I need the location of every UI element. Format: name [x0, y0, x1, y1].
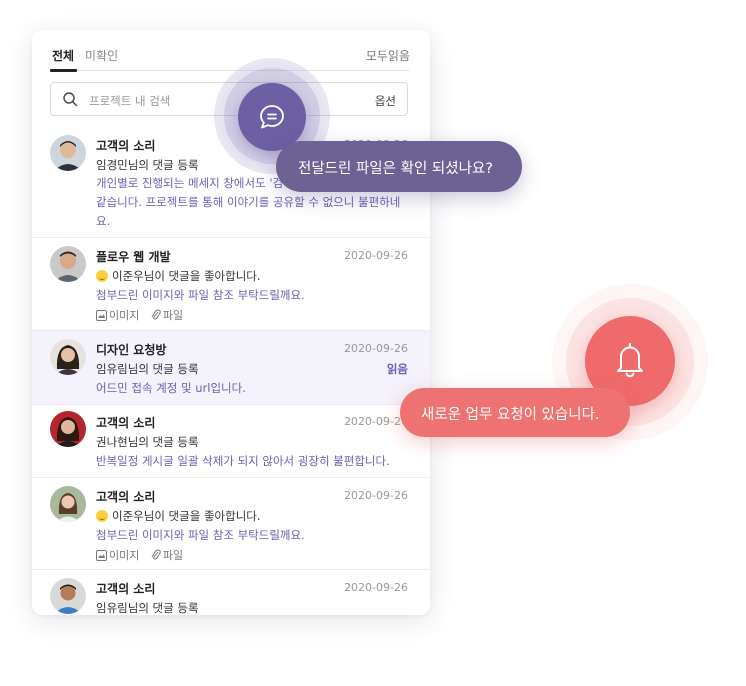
- image-icon: [96, 550, 107, 564]
- avatar: [50, 411, 86, 447]
- item-date: 2020-09-26: [344, 415, 408, 428]
- item-activity: 임유림님의 댓글 등록: [96, 601, 199, 615]
- notification-toast[interactable]: 새로운 업무 요청이 있습니다.: [400, 388, 630, 437]
- item-message: 반복일정 게시글 일괄 삭제가 되지 않아서 굉장히 불편합니다.: [96, 454, 390, 468]
- search-icon: [63, 92, 78, 107]
- item-title: 고객의 소리: [96, 139, 156, 153]
- avatar: [50, 135, 86, 171]
- item-activity: 임경민님의 댓글 등록: [96, 158, 199, 172]
- avatar: [50, 246, 86, 282]
- item-message: 첨부드린 이미지와 파일 참조 부탁드릴께요.: [96, 528, 305, 542]
- item-date: 2020-09-26: [344, 249, 408, 262]
- list-item[interactable]: 고객의 소리 2020-09-26 권나현님의 댓글 등록 반복일정 게시글 일…: [32, 405, 430, 478]
- chat-toast[interactable]: 전달드린 파일은 확인 되셨나요?: [276, 141, 522, 192]
- item-date: 2020-09-26: [344, 581, 408, 594]
- attachments: 이미지 파일: [96, 547, 183, 564]
- item-message: 어드민 접속 계정 및 url입니다.: [96, 381, 246, 395]
- image-icon: [96, 310, 107, 324]
- item-title: 고객의 소리: [96, 416, 156, 430]
- paperclip-icon: [151, 309, 161, 324]
- attach-file-label[interactable]: 파일: [163, 309, 183, 322]
- smile-emoji-icon: [96, 510, 108, 522]
- search-input[interactable]: 프로젝트 내 검색: [89, 93, 170, 109]
- item-activity: 임유림님의 댓글 등록: [96, 362, 199, 376]
- tab-unread[interactable]: 미확인: [85, 47, 118, 64]
- chat-icon: [260, 105, 284, 129]
- avatar: [50, 578, 86, 614]
- notification-toast-text: 새로운 업무 요청이 있습니다.: [421, 407, 600, 423]
- attachments: 이미지 파일: [96, 307, 183, 324]
- tab-divider: [50, 70, 410, 71]
- list-item[interactable]: 플로우 웹 개발 2020-09-26 이준우님이 댓글을 좋아합니다. 첨부드…: [32, 238, 430, 331]
- item-date: 2020-09-26: [344, 342, 408, 355]
- paperclip-icon: [151, 549, 161, 564]
- item-title: 고객의 소리: [96, 490, 156, 504]
- tab-bar: 전체 미확인 모두읽음: [32, 30, 430, 74]
- attach-file-label[interactable]: 파일: [163, 549, 183, 562]
- avatar: [50, 486, 86, 522]
- item-date: 2020-09-26: [344, 489, 408, 502]
- item-title: 플로우 웹 개발: [96, 250, 171, 264]
- search-options-button[interactable]: 옵션: [375, 93, 396, 109]
- item-title: 디자인 요청방: [96, 343, 167, 357]
- active-tab-indicator: [50, 69, 77, 72]
- read-badge: 읽음: [386, 362, 408, 376]
- attach-image-label[interactable]: 이미지: [109, 549, 139, 562]
- list-item[interactable]: 디자인 요청방 2020-09-26 임유림님의 댓글 등록 읽음 어드민 접속…: [32, 331, 430, 405]
- item-message: 첨부드린 이미지와 파일 참조 부탁드릴께요.: [96, 288, 305, 302]
- avatar: [50, 339, 86, 375]
- item-title: 고객의 소리: [96, 582, 156, 596]
- list-item[interactable]: 고객의 소리 2020-09-26 이준우님이 댓글을 좋아합니다. 첨부드린 …: [32, 478, 430, 570]
- item-activity: 이준우님이 댓글을 좋아합니다.: [96, 508, 261, 524]
- item-activity: 이준우님이 댓글을 좋아합니다.: [96, 268, 261, 284]
- bell-icon: [617, 343, 643, 378]
- attach-image-label[interactable]: 이미지: [109, 309, 139, 322]
- chat-toast-text: 전달드린 파일은 확인 되셨나요?: [298, 161, 493, 177]
- list-item[interactable]: 고객의 소리 2020-09-26 임유림님의 댓글 등록: [32, 570, 430, 615]
- tab-all[interactable]: 전체: [52, 47, 74, 64]
- mark-all-read-button[interactable]: 모두읽음: [366, 47, 410, 64]
- item-activity: 권나현님의 댓글 등록: [96, 435, 199, 449]
- smile-emoji-icon: [96, 270, 108, 282]
